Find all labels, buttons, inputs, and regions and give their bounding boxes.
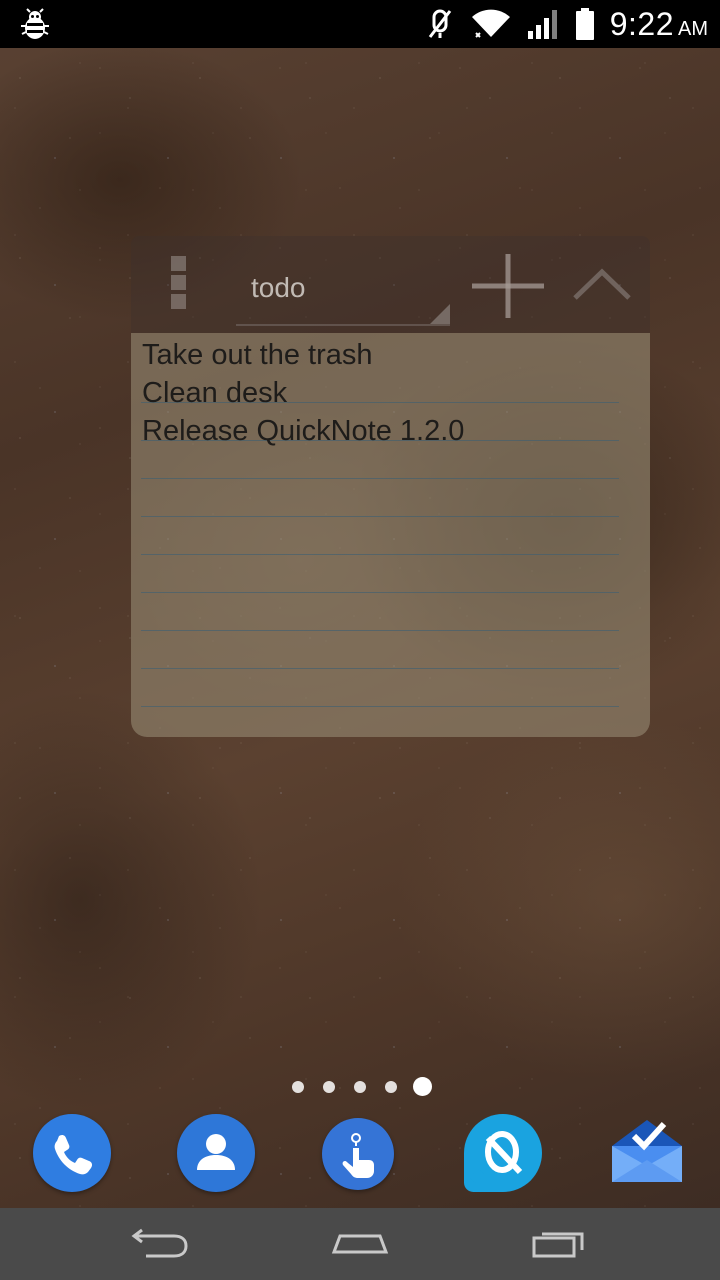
page-dot xyxy=(323,1081,335,1093)
wifi-icon xyxy=(471,9,510,38)
back-icon[interactable] xyxy=(120,1222,200,1266)
clock: 9:22 AM xyxy=(610,6,708,43)
page-dot xyxy=(292,1081,304,1093)
status-bar: 9:22 AM xyxy=(0,0,720,48)
debug-bug-icon xyxy=(21,8,49,39)
page-indicator xyxy=(290,1076,440,1098)
spinner-arrow-icon xyxy=(430,304,450,324)
page-dot xyxy=(354,1081,366,1093)
note-line: Take out the trash xyxy=(142,339,373,371)
widget-header: todo xyxy=(131,236,650,333)
add-icon[interactable] xyxy=(468,248,548,324)
note-body[interactable]: Take out the trash Clean desk Release Qu… xyxy=(131,333,650,737)
note-title-spinner[interactable]: todo xyxy=(236,262,450,326)
mute-icon xyxy=(428,9,451,38)
nav-bar xyxy=(0,1208,720,1280)
contacts-icon[interactable] xyxy=(177,1114,255,1192)
clock-ampm: AM xyxy=(678,17,708,40)
menu-handle-icon[interactable] xyxy=(171,256,187,316)
collapse-icon[interactable] xyxy=(567,256,637,316)
recents-icon[interactable] xyxy=(520,1222,600,1266)
clock-time: 9:22 xyxy=(609,5,674,42)
inbox-icon[interactable] xyxy=(608,1112,686,1190)
gesture-icon[interactable] xyxy=(322,1118,394,1190)
phone-icon[interactable] xyxy=(33,1114,111,1192)
page-dot xyxy=(385,1081,397,1093)
quicknote-icon[interactable] xyxy=(464,1114,542,1192)
note-title: todo xyxy=(251,272,306,303)
cell-signal-icon xyxy=(527,10,557,39)
note-line: Release QuickNote 1.2.0 xyxy=(142,415,465,447)
page-dot-active xyxy=(413,1077,432,1096)
battery-icon xyxy=(575,8,594,40)
note-lines: Take out the trash Clean desk Release Qu… xyxy=(142,336,464,450)
note-line: Clean desk xyxy=(142,377,288,409)
home-icon[interactable] xyxy=(320,1222,400,1266)
quicknote-widget: todo Take out the trash Clean desk Relea… xyxy=(131,236,650,737)
